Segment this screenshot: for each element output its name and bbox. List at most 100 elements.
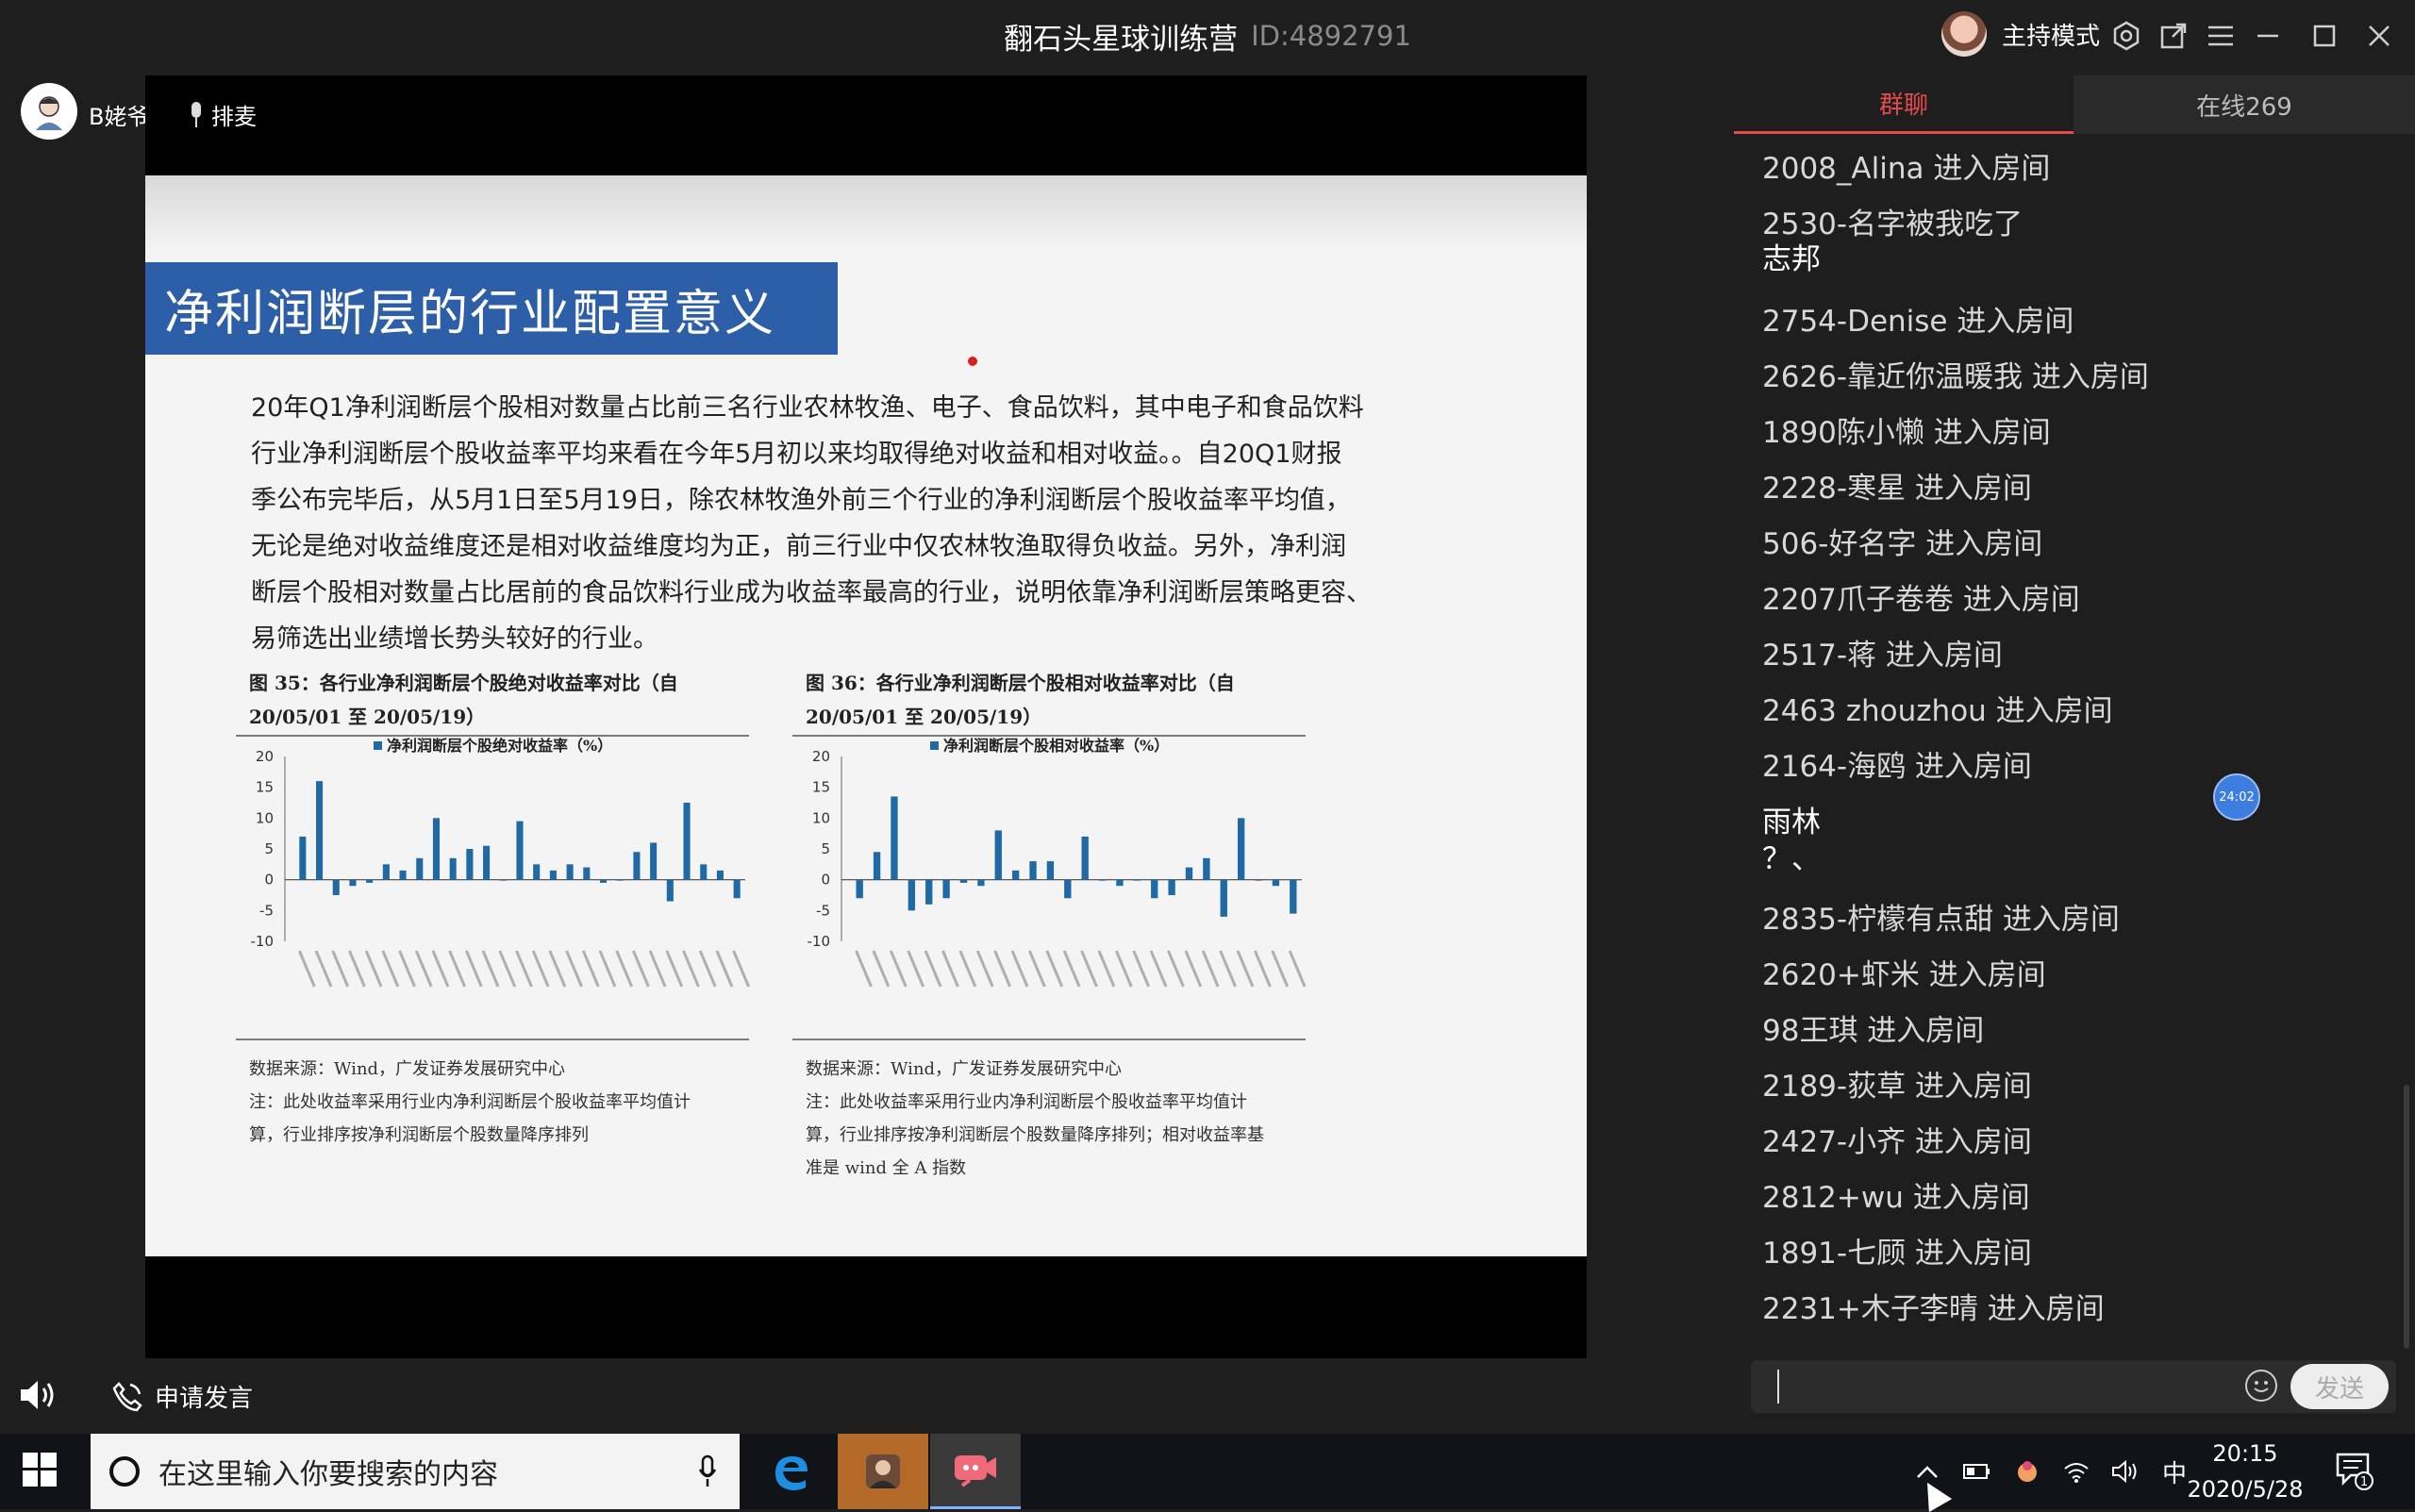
category-label-smudge [1253, 950, 1272, 988]
bar [449, 857, 457, 880]
chat-message: 2231+木子李晴 进入房间 [1762, 1292, 2105, 1326]
bar [716, 870, 724, 880]
bar [382, 864, 390, 880]
category-label-smudge [1114, 950, 1133, 988]
taskbar-search[interactable]: 在这里输入你要搜索的内容 [91, 1434, 740, 1509]
y-tick-label: 0 [821, 872, 830, 889]
chat-scrollbar[interactable] [2404, 1085, 2409, 1349]
chat-message-list[interactable]: 2008_Alina 进入房间 2530-名字被我吃了 志邦 2754-Denise … [1762, 141, 2404, 1338]
maximize-icon[interactable] [2306, 17, 2343, 55]
chat-message: 2517-蒋 进入房间 [1762, 639, 2003, 673]
bar [499, 879, 507, 881]
timer-badge[interactable]: 24:02 [2213, 773, 2260, 821]
microphone-icon[interactable] [698, 1454, 717, 1488]
battery-icon[interactable] [1960, 1459, 1992, 1484]
category-label-smudge [481, 950, 500, 988]
bar [1185, 867, 1193, 880]
category-label-smudge [615, 950, 634, 988]
speaker-icon[interactable] [19, 1379, 60, 1411]
y-tick-label: 15 [812, 779, 830, 796]
category-label-smudge [1167, 950, 1185, 988]
user-avatar[interactable] [21, 83, 77, 140]
bar [599, 879, 608, 883]
category-label-smudge [1062, 950, 1081, 988]
notification-center-icon[interactable]: 1 [2332, 1449, 2373, 1490]
app-tray-icon[interactable] [2013, 1457, 2041, 1486]
chat-message: 2812+wu 进入房间 [1762, 1181, 2030, 1215]
category-label-smudge [855, 950, 873, 988]
y-tick-label: 15 [256, 779, 274, 796]
figure-note: 算，行业排序按净利润断层个股数量降序排列 [249, 1125, 589, 1145]
taskbar-clock[interactable]: 20:15 2020/5/28 [2170, 1436, 2321, 1507]
chat-message: 2835-柠檬有点甜 进入房间 [1762, 903, 2120, 937]
bar [416, 857, 424, 880]
bar [683, 803, 691, 880]
app-live-classroom-icon[interactable] [930, 1434, 1021, 1509]
windows-start-icon[interactable] [23, 1453, 60, 1490]
host-avatar[interactable] [1941, 11, 1987, 57]
edge-browser-icon[interactable] [745, 1434, 836, 1509]
bar [1116, 879, 1124, 887]
settings-icon[interactable] [2107, 17, 2145, 55]
figure-source: 数据来源：Wind，广发证券发展研究中心 [249, 1059, 566, 1079]
bar [977, 879, 985, 887]
bar [1151, 879, 1158, 899]
y-tick-label: 5 [264, 840, 274, 857]
category-label-smudge [632, 950, 650, 988]
tab-online-users[interactable]: 在线269 [2074, 75, 2415, 134]
caption-line: 图 35：各行业净利润断层个股绝对收益率对比（自 [249, 672, 678, 694]
bar [533, 864, 541, 880]
bar [483, 845, 491, 880]
bar [1046, 861, 1055, 880]
microphone-icon [192, 101, 201, 127]
legend-swatch [374, 741, 382, 750]
bar [1272, 879, 1280, 887]
send-button[interactable]: 发送 [2290, 1364, 2389, 1409]
category-label-smudge [872, 950, 891, 988]
host-mode-label[interactable]: 主持模式 [2002, 17, 2100, 52]
body-line: 行业净利润断层个股收益率平均来看在今年5月初以来均取得绝对收益和相对收益。。自2… [251, 440, 1342, 469]
close-icon[interactable] [2360, 17, 2398, 55]
menu-icon[interactable] [2202, 17, 2240, 55]
mic-queue-button[interactable]: 排麦 [189, 98, 257, 131]
bar [299, 836, 307, 880]
apply-speak-button[interactable]: 申请发言 [111, 1379, 253, 1414]
popout-icon[interactable] [2155, 17, 2192, 55]
legend-label: 净利润断层个股绝对收益率（%） [387, 737, 612, 755]
tab-group-chat[interactable]: 群聊 [1734, 75, 2074, 134]
mic-queue-label: 排麦 [211, 104, 257, 130]
bar [891, 796, 898, 880]
caption-line: 20/05/01 至 20/05/19） [806, 706, 1042, 728]
bar [1064, 879, 1072, 899]
bar [1168, 879, 1175, 895]
category-label-smudge [1236, 950, 1255, 988]
figure-left-notes: 数据来源：Wind，广发证券发展研究中心 注：此处收益率采用行业内净利润断层个股… [249, 1053, 777, 1152]
bar [399, 870, 407, 880]
apply-speak-label: 申请发言 [155, 1385, 254, 1413]
app-photo-icon[interactable] [838, 1434, 928, 1509]
bar [349, 879, 357, 887]
clock-time: 20:15 [2212, 1440, 2278, 1467]
category-label-smudge [348, 950, 366, 988]
volume-icon[interactable] [2111, 1459, 2141, 1484]
slide-title: 净利润断层的行业配置意义 [145, 262, 838, 355]
presentation-slide: 净利润断层的行业配置意义 20年Q1净利润断层个股相对数量占比前三名行业农林牧渔… [145, 175, 1587, 1256]
emoji-icon[interactable] [2245, 1370, 2277, 1402]
bar [432, 818, 441, 880]
category-label-smudge [1149, 950, 1168, 988]
wifi-icon[interactable] [2062, 1459, 2090, 1484]
category-label-smudge [1080, 950, 1098, 988]
chat-message: 2008_Alina 进入房间 [1762, 152, 2051, 186]
chat-message: 2620+虾米 进入房间 [1762, 958, 2046, 992]
bar [466, 849, 474, 880]
bar [316, 781, 324, 880]
caption-line: 图 36：各行业净利润断层个股相对收益率对比（自 [806, 672, 1235, 694]
body-line: 季公布完毕后，从5月1日至5月19日，除农林牧渔外前三个行业的净利润断层个股收益… [251, 486, 1351, 515]
y-tick-label: 0 [264, 872, 274, 889]
bar [583, 867, 591, 880]
y-tick-label: 20 [812, 748, 830, 765]
bar [733, 879, 741, 899]
category-label-smudge [1010, 950, 1029, 988]
minimize-icon[interactable] [2249, 17, 2287, 55]
legend-label: 净利润断层个股相对收益率（%） [943, 737, 1169, 755]
